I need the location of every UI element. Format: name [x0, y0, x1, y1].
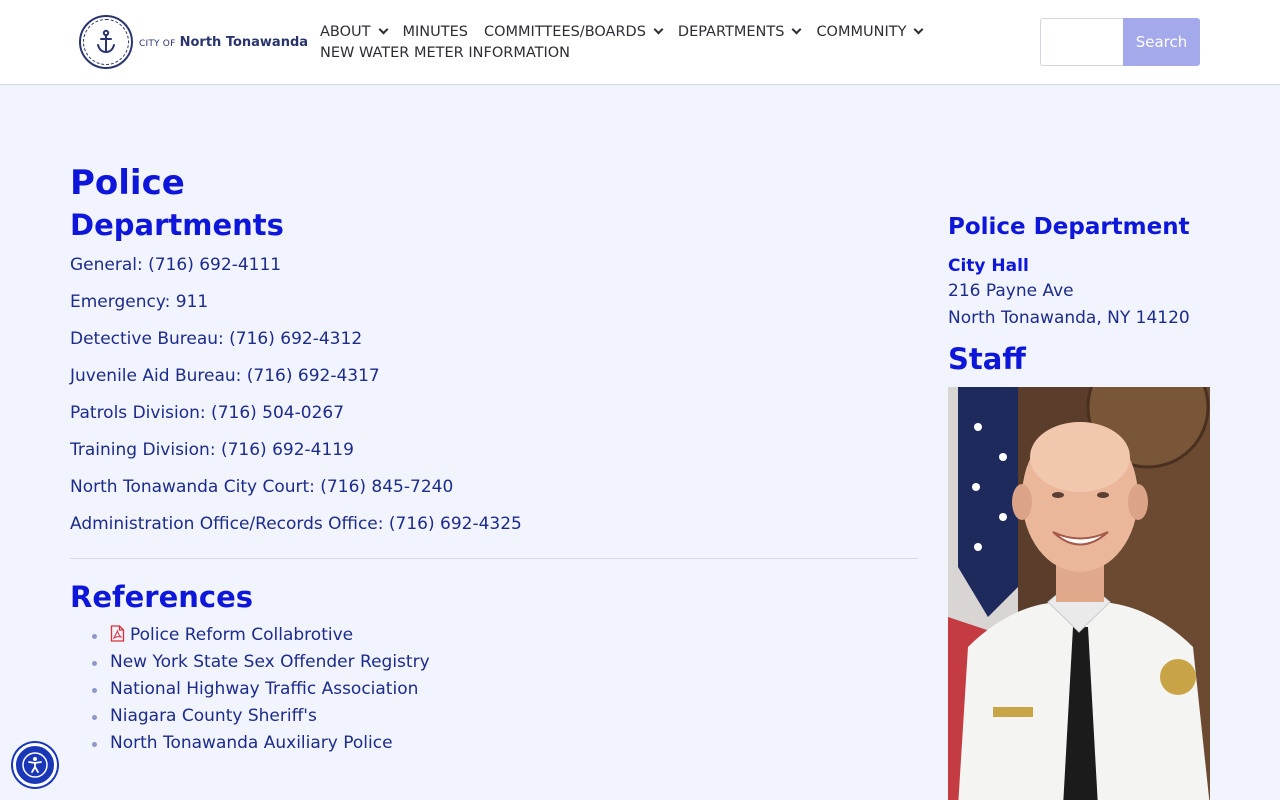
departments-heading: Departments — [70, 208, 284, 242]
nav-item-label: COMMITTEES/BOARDS — [483, 23, 646, 40]
reference-link-highway-traffic[interactable]: National Highway Traffic Association — [92, 676, 920, 703]
nav-item-departments[interactable]: DEPARTMENTS — [677, 23, 802, 40]
site-logo[interactable]: CITY OF North Tonawanda — [79, 15, 308, 69]
nav-item-committees-boards[interactable]: COMMITTEES/BOARDS — [483, 23, 664, 40]
contact-item: Training Division: (716) 692-4119 — [70, 440, 354, 460]
reference-label: Police Reform Collabrotive — [130, 625, 354, 645]
contact-item: Patrols Division: (716) 504-0267 — [70, 403, 345, 423]
chevron-down-icon — [791, 24, 802, 35]
reference-link-sex-offender-registry[interactable]: New York State Sex Offender Registry — [92, 649, 920, 676]
sidebar: Police Department City Hall 216 Payne Av… — [948, 210, 1210, 800]
reference-label: North Tonawanda Auxiliary Police — [110, 733, 393, 753]
staff-photo-illustration — [948, 387, 1210, 800]
reference-label: Niagara County Sheriff's — [110, 706, 317, 726]
nav-item-minutes[interactable]: MINUTES — [403, 24, 468, 40]
accessibility-icon — [22, 752, 48, 778]
accessibility-button[interactable] — [13, 743, 57, 787]
chevron-down-icon — [914, 24, 924, 35]
site-header: CITY OF North Tonawanda ABOUT MINUTES CO… — [0, 0, 1280, 85]
pdf-icon — [110, 625, 125, 642]
reference-label: National Highway Traffic Association — [110, 679, 419, 699]
search-button[interactable]: Search — [1123, 18, 1200, 66]
reference-link-county-sheriff[interactable]: Niagara County Sheriff's — [92, 703, 920, 730]
logo-text: CITY OF North Tonawanda — [139, 35, 308, 50]
references-list: Police Reform Collabrotive New York Stat… — [70, 622, 920, 757]
address-line-1: 216 Payne Ave — [948, 281, 1074, 301]
contact-item: North Tonawanda City Court: (716) 845-72… — [70, 477, 454, 497]
nav-item-label: ABOUT — [320, 23, 371, 40]
reference-link-police-reform[interactable]: Police Reform Collabrotive — [92, 622, 920, 649]
nav-item-label: DEPARTMENTS — [677, 23, 785, 40]
contact-item: Emergency: 911 — [70, 292, 209, 312]
contact-item: Juvenile Aid Bureau: (716) 692-4317 — [70, 366, 380, 386]
main-content: Police Departments General: (716) 692-41… — [70, 160, 920, 757]
reference-link-auxiliary-police[interactable]: North Tonawanda Auxiliary Police — [92, 730, 920, 757]
nav-item-label: NEW WATER METER INFORMATION — [320, 44, 571, 61]
contact-item: Administration Office/Records Office: (7… — [70, 514, 522, 534]
nav-row-2: NEW WATER METER INFORMATION — [320, 42, 1000, 63]
nav-item-label: COMMUNITY — [816, 23, 907, 40]
nav-item-new-water-meter[interactable]: NEW WATER METER INFORMATION — [320, 45, 570, 61]
section-divider — [70, 558, 918, 559]
sidebar-title: Police Department — [948, 214, 1190, 240]
address-line-2: North Tonawanda, NY 14120 — [948, 308, 1190, 328]
search-input[interactable] — [1040, 18, 1124, 66]
location-name: City Hall — [948, 256, 1029, 276]
staff-photo — [948, 387, 1210, 800]
staff-heading: Staff — [948, 342, 1026, 376]
chevron-down-icon — [653, 24, 664, 35]
chevron-down-icon — [378, 24, 388, 35]
nav-item-community[interactable]: COMMUNITY — [816, 23, 924, 40]
reference-label: New York State Sex Offender Registry — [110, 652, 430, 672]
city-seal-icon — [79, 15, 133, 69]
main-nav: ABOUT MINUTES COMMITTEES/BOARDS DEPARTME… — [320, 21, 1000, 63]
references-heading: References — [70, 580, 254, 614]
contact-list: General: (716) 692-4111 Emergency: 911 D… — [70, 254, 920, 536]
logo-city-name: North Tonawanda — [179, 34, 309, 50]
contact-item: Detective Bureau: (716) 692-4312 — [70, 329, 363, 349]
nav-item-about[interactable]: ABOUT — [320, 23, 388, 40]
page-title: Police — [70, 163, 185, 203]
nav-item-label: MINUTES — [402, 23, 468, 40]
contact-item: General: (716) 692-4111 — [70, 255, 282, 275]
logo-small-text: CITY OF — [139, 38, 176, 49]
nav-row-1: ABOUT MINUTES COMMITTEES/BOARDS DEPARTME… — [320, 21, 1000, 42]
